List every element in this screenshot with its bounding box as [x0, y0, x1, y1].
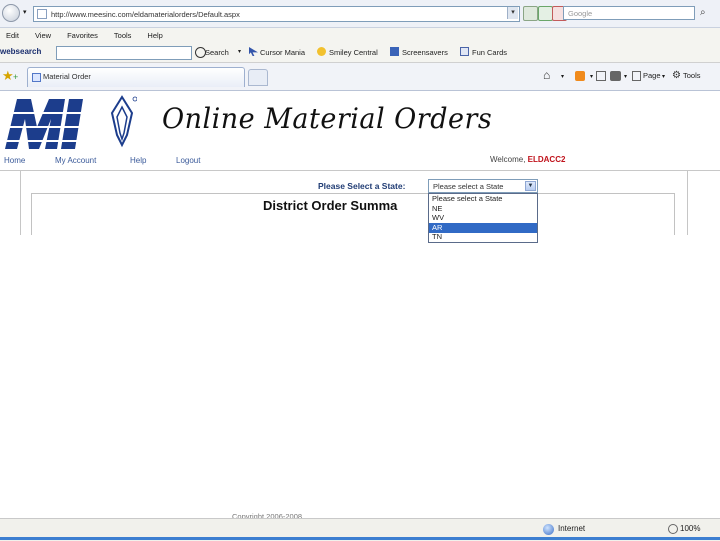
welcome-user: ELDACC2 — [527, 155, 566, 164]
menu-bar: Edit View Favorites Tools Help — [0, 28, 720, 44]
welcome-message: Welcome, ELDACC2 — [490, 155, 565, 164]
tab-bar: ★ + Material Order ⌂ ▾ ▾ ▾ Page ▾ ⚙ Tool… — [0, 63, 720, 91]
menu-view[interactable]: View — [35, 31, 51, 40]
mail-icon[interactable] — [596, 71, 606, 81]
refresh-icon[interactable] — [538, 6, 553, 21]
menu-help[interactable]: Help — [147, 31, 162, 40]
page-dropdown-icon[interactable]: ▾ — [662, 73, 665, 80]
smiley-icon — [317, 47, 326, 56]
history-dropdown-icon[interactable]: ▾ — [23, 8, 27, 16]
feeds-icon[interactable] — [575, 71, 585, 81]
state-dropdown-list: Please select a State NE WV AR TN — [428, 193, 538, 243]
tab-title: Material Order — [43, 72, 91, 81]
compatibility-icon[interactable] — [523, 6, 538, 21]
toolbar-cursor-mania[interactable]: Cursor Mania — [260, 48, 305, 57]
toolbar-search-button[interactable]: Search — [205, 48, 229, 57]
toolbar-brand: websearch — [0, 47, 42, 56]
page-title: Online Material Orders — [162, 103, 493, 136]
address-dropdown-icon[interactable]: ▾ — [507, 7, 518, 19]
search-go-icon[interactable]: ⌕ — [700, 6, 714, 20]
state-select-value: Please select a State — [433, 182, 504, 191]
search-placeholder: Google — [568, 9, 593, 18]
search-input[interactable]: Google — [563, 6, 695, 20]
address-text: http://www.meesinc.com/eldamaterialorder… — [51, 9, 240, 19]
search-toolbar: websearch Search ▾ Cursor Mania Smiley C… — [0, 43, 720, 63]
menu-edit[interactable]: Edit — [6, 31, 19, 40]
zoom-level[interactable]: 100% — [680, 524, 700, 533]
district-summary-title: District Order Summa — [263, 198, 398, 213]
flame-logo-icon — [110, 95, 137, 148]
state-select[interactable]: Please select a State ▼ — [428, 179, 538, 193]
toolbar-fun-cards[interactable]: Fun Cards — [472, 48, 507, 57]
home-dropdown-icon[interactable]: ▾ — [561, 73, 564, 80]
search-options-icon[interactable]: ▾ — [238, 48, 241, 55]
internet-zone-icon — [543, 524, 554, 535]
card-icon — [460, 47, 469, 56]
print-icon[interactable] — [610, 71, 621, 81]
toolbar-smiley-central[interactable]: Smiley Central — [329, 48, 378, 57]
address-field[interactable]: http://www.meesinc.com/eldamaterialorder… — [33, 6, 520, 22]
state-option-wv[interactable]: WV — [429, 213, 537, 223]
back-button[interactable] — [2, 4, 20, 22]
new-tab-button[interactable] — [248, 69, 268, 86]
monitor-icon — [390, 47, 399, 56]
state-option-tn[interactable]: TN — [429, 232, 537, 242]
chevron-down-icon[interactable]: ▼ — [525, 181, 536, 191]
page-menu[interactable]: Page — [643, 71, 661, 80]
favorites-star-icon[interactable]: ★ — [2, 68, 14, 84]
nav-logout[interactable]: Logout — [176, 156, 200, 165]
nav-home[interactable]: Home — [4, 156, 25, 165]
tab-page-icon — [32, 73, 41, 82]
nav-my-account[interactable]: My Account — [55, 156, 96, 165]
toolbar-search-input[interactable] — [56, 46, 192, 60]
feeds-dropdown-icon[interactable]: ▾ — [590, 73, 593, 80]
cursor-icon — [249, 47, 258, 56]
tab-material-order[interactable]: Material Order — [27, 67, 245, 87]
toolbar-screensavers[interactable]: Screensavers — [402, 48, 448, 57]
zoom-icon — [668, 524, 678, 534]
menu-tools[interactable]: Tools — [114, 31, 132, 40]
nav-help[interactable]: Help — [130, 156, 146, 165]
address-toolbar: ▾ http://www.meesinc.com/eldamaterialord… — [0, 0, 720, 28]
welcome-label: Welcome, — [490, 155, 526, 164]
menu-favorites[interactable]: Favorites — [67, 31, 98, 40]
tools-gear-icon: ⚙ — [672, 70, 681, 81]
add-favorites-icon[interactable]: + — [13, 72, 18, 82]
page-menu-icon — [632, 71, 641, 81]
page-icon — [37, 9, 47, 19]
state-option-placeholder[interactable]: Please select a State — [429, 194, 537, 204]
state-label: Please Select a State: — [318, 181, 406, 191]
home-icon[interactable]: ⌂ — [543, 68, 550, 82]
security-zone[interactable]: Internet — [558, 524, 585, 533]
print-dropdown-icon[interactable]: ▾ — [624, 73, 627, 80]
tools-menu[interactable]: Tools — [683, 71, 701, 80]
